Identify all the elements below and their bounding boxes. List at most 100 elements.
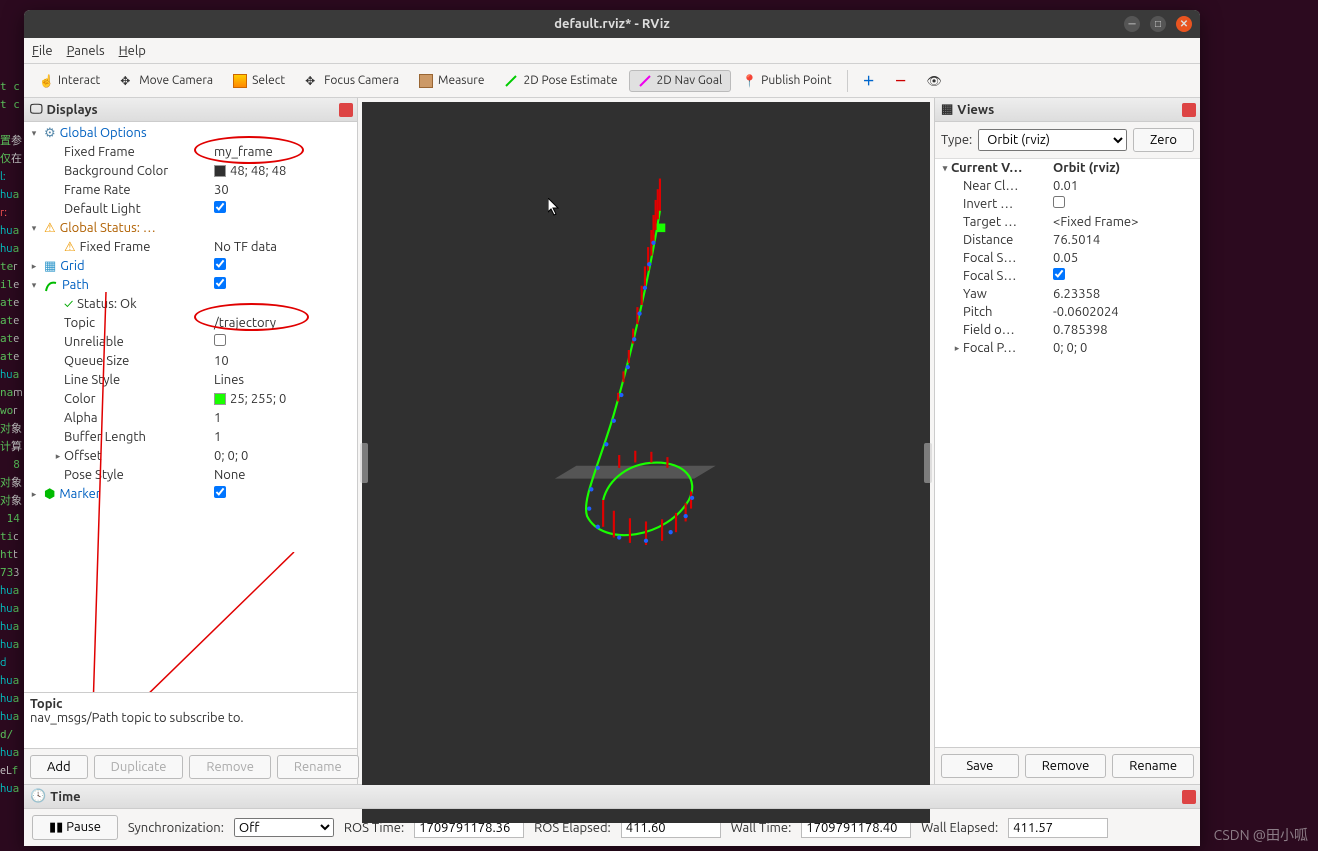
move-camera-icon: ✥ — [120, 74, 134, 88]
marker-display[interactable]: Marker — [59, 485, 100, 504]
menu-file[interactable]: File — [32, 44, 53, 58]
invert-z-checkbox[interactable] — [1053, 196, 1065, 208]
wall-elapsed-field[interactable] — [1008, 818, 1108, 838]
pose-estimate-icon — [504, 74, 518, 88]
grid-checkbox[interactable] — [214, 258, 226, 270]
focal-point-value[interactable]: 0; 0; 0 — [1053, 339, 1087, 357]
queue-size-value[interactable]: 10 — [214, 352, 229, 371]
tool-measure[interactable]: Measure — [410, 70, 493, 92]
expand-arrow[interactable]: ▾ — [28, 219, 40, 238]
duplicate-button[interactable]: Duplicate — [94, 755, 184, 779]
sync-select[interactable]: Off — [234, 818, 334, 837]
tool-nav-goal[interactable]: 2D Nav Goal — [629, 70, 732, 92]
expand-arrow[interactable]: ▸ — [28, 257, 40, 276]
views-button-row: Save Remove Rename — [935, 747, 1200, 784]
expand-arrow[interactable]: ▸ — [951, 339, 963, 357]
views-tree[interactable]: ▾Current V…Orbit (rviz) Near Cl…0.01 Inv… — [935, 159, 1200, 747]
focal-fixed-label: Focal S… — [963, 267, 1055, 285]
remove-view-button[interactable]: Remove — [1025, 754, 1107, 778]
remove-button[interactable]: Remove — [189, 755, 271, 779]
minimize-button[interactable]: ─ — [1124, 16, 1140, 32]
global-options[interactable]: Global Options — [60, 124, 147, 143]
pose-style-value[interactable]: None — [214, 466, 246, 485]
distance-value[interactable]: 76.5014 — [1053, 231, 1100, 249]
path-display[interactable]: Path — [62, 276, 89, 295]
description-text: nav_msgs/Path topic to subscribe to. — [30, 711, 244, 725]
rename-view-button[interactable]: Rename — [1112, 754, 1194, 778]
global-status[interactable]: Global Status: … — [60, 219, 156, 238]
expand-arrow[interactable]: ▾ — [28, 276, 40, 295]
pitch-value[interactable]: -0.0602024 — [1053, 303, 1119, 321]
default-light-checkbox[interactable] — [214, 201, 226, 213]
offset-label: Offset — [64, 447, 102, 466]
warning-icon: ⚠ — [64, 238, 76, 257]
close-panel-icon[interactable] — [1182, 790, 1196, 804]
rviz-window: default.rviz* - RViz ─ □ ✕ File Panels H… — [24, 10, 1200, 846]
fixed-frame-label: Fixed Frame — [64, 143, 135, 162]
path-checkbox[interactable] — [214, 277, 226, 289]
maximize-button[interactable]: □ — [1150, 16, 1166, 32]
near-clip-value[interactable]: 0.01 — [1053, 177, 1078, 195]
close-panel-icon[interactable] — [339, 103, 353, 117]
tool-interact[interactable]: ☝Interact — [30, 70, 109, 92]
offset-value[interactable]: 0; 0; 0 — [214, 447, 248, 466]
tool-move-camera[interactable]: ✥Move Camera — [111, 70, 222, 92]
tool-publish-point[interactable]: 📍Publish Point — [733, 70, 840, 92]
path-color-label: Color — [64, 390, 96, 409]
frame-rate-value[interactable]: 30 — [214, 181, 229, 200]
expand-arrow[interactable]: ▾ — [939, 159, 951, 177]
zero-button[interactable]: Zero — [1133, 128, 1194, 152]
expand-arrow[interactable]: ▸ — [52, 447, 64, 466]
path-topic-value[interactable]: /trajectory — [214, 314, 276, 333]
display-button-row: Add Duplicate Remove Rename — [24, 748, 357, 784]
pause-button[interactable]: ▮▮ Pause — [32, 815, 118, 840]
focal-size-value[interactable]: 0.05 — [1053, 249, 1078, 267]
3d-viewport[interactable] — [362, 102, 930, 823]
path-unreliable-checkbox[interactable] — [214, 334, 226, 346]
buffer-length-value[interactable]: 1 — [214, 428, 221, 447]
tool-eye[interactable]: 👁 — [918, 70, 951, 92]
toolbar: ☝Interact ✥Move Camera Select ✥Focus Cam… — [24, 64, 1200, 98]
save-view-button[interactable]: Save — [941, 754, 1019, 778]
left-handle[interactable] — [360, 443, 368, 483]
rename-button[interactable]: Rename — [277, 755, 359, 779]
tool-select[interactable]: Select — [224, 70, 294, 92]
frame-rate-label: Frame Rate — [64, 181, 131, 200]
close-panel-icon[interactable] — [1182, 103, 1196, 117]
alpha-value[interactable]: 1 — [214, 409, 221, 428]
close-button[interactable]: ✕ — [1176, 16, 1192, 32]
displays-panel: 🖵 Displays ▾⚙Global Options Fixed Framem… — [24, 98, 358, 784]
expand-arrow[interactable]: ▾ — [28, 124, 40, 143]
pitch-label: Pitch — [963, 303, 1055, 321]
focal-size-label: Focal S… — [963, 249, 1055, 267]
marker-checkbox[interactable] — [214, 486, 226, 498]
fixed-frame-value[interactable]: my_frame — [214, 143, 273, 162]
displays-tree[interactable]: ▾⚙Global Options Fixed Framemy_frame Bac… — [24, 122, 357, 692]
target-frame-value[interactable]: <Fixed Frame> — [1053, 213, 1138, 231]
global-options-icon: ⚙ — [44, 124, 56, 143]
current-view-value: Orbit (rviz) — [1053, 159, 1120, 177]
views-header: ▦ Views — [935, 98, 1200, 122]
bg-color-value[interactable]: 48; 48; 48 — [214, 162, 286, 181]
view-type-select[interactable]: Orbit (rviz) — [978, 129, 1127, 151]
line-style-value[interactable]: Lines — [214, 371, 244, 390]
menu-help[interactable]: Help — [119, 44, 146, 58]
ok-icon: ✓ — [64, 295, 73, 314]
watermark: CSDN @田小呱 — [1214, 825, 1308, 845]
path-color-value[interactable]: 25; 255; 0 — [214, 390, 286, 409]
tool-plus[interactable]: ＋ — [854, 68, 884, 93]
fov-value[interactable]: 0.785398 — [1053, 321, 1108, 339]
nav-goal-icon — [638, 74, 652, 88]
displays-header: 🖵 Displays — [24, 98, 357, 122]
add-button[interactable]: Add — [30, 755, 88, 779]
yaw-value[interactable]: 6.23358 — [1053, 285, 1100, 303]
tool-focus-camera[interactable]: ✥Focus Camera — [296, 70, 408, 92]
menu-panels[interactable]: Panels — [67, 44, 105, 58]
right-handle[interactable] — [924, 443, 932, 483]
interact-icon: ☝ — [39, 74, 53, 88]
tool-minus[interactable]: － — [886, 68, 916, 93]
grid-display[interactable]: Grid — [60, 257, 84, 276]
tool-pose-estimate[interactable]: 2D Pose Estimate — [495, 70, 626, 92]
focal-fixed-checkbox[interactable] — [1053, 268, 1065, 280]
expand-arrow[interactable]: ▸ — [28, 485, 40, 504]
